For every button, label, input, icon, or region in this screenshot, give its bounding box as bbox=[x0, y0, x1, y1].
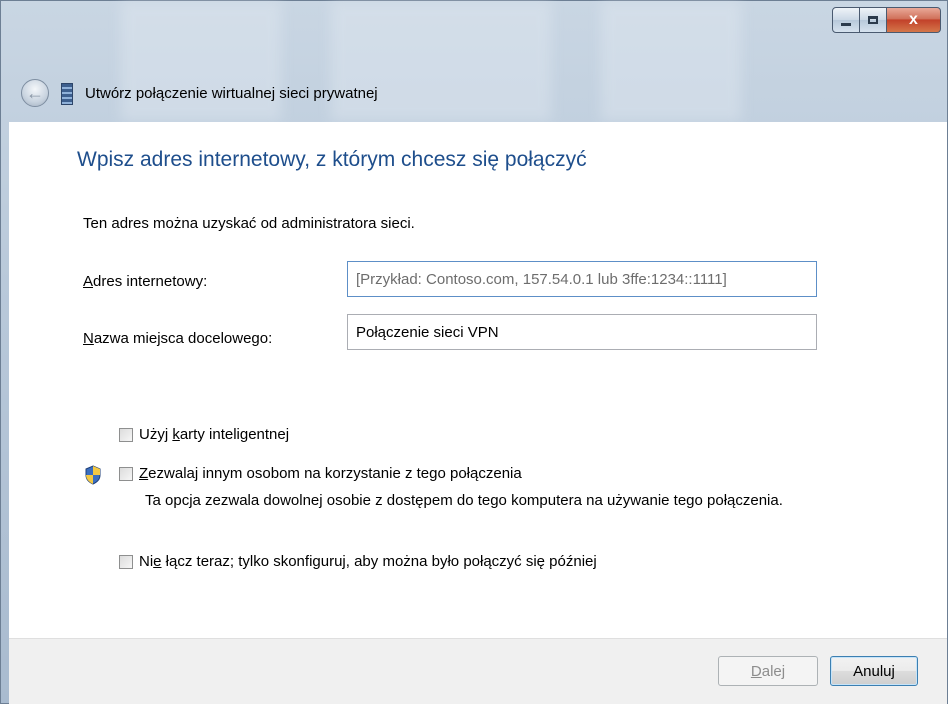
maximize-icon bbox=[868, 16, 878, 24]
destination-name-label-text: azwa miejsca docelowego: bbox=[93, 330, 273, 347]
dont-connect-label-pre: Ni bbox=[139, 553, 154, 570]
allow-others-label-text: ezwalaj innym osobom na korzystanie z te… bbox=[148, 465, 522, 482]
destination-name-input[interactable] bbox=[347, 314, 817, 350]
wizard-footer: Dalej Anuluj bbox=[9, 638, 947, 704]
allow-others-checkbox[interactable] bbox=[119, 467, 133, 481]
allow-others-accesskey: Z bbox=[139, 465, 149, 482]
intro-text: Ten adres można uzyskać od administrator… bbox=[83, 215, 415, 232]
smartcard-checkbox[interactable] bbox=[119, 428, 133, 442]
smartcard-accesskey: k bbox=[172, 426, 180, 443]
allow-others-option[interactable]: Zezwalaj innym osobom na korzystanie z t… bbox=[119, 465, 522, 482]
back-arrow-icon: ← bbox=[26, 83, 44, 103]
minimize-button[interactable] bbox=[832, 7, 860, 33]
caption-buttons: x bbox=[832, 7, 941, 33]
glass-decoration bbox=[121, 1, 281, 121]
destination-name-label: Nazwa miejsca docelowego: bbox=[83, 330, 272, 347]
minimize-icon bbox=[841, 22, 851, 26]
destination-name-accesskey: N bbox=[83, 330, 94, 347]
uac-shield-icon bbox=[85, 465, 101, 485]
allow-others-description: Ta opcja zezwala dowolnej osobie z dostę… bbox=[145, 492, 783, 509]
address-label-text: dres internetowy: bbox=[93, 273, 208, 290]
address-input[interactable] bbox=[347, 261, 817, 297]
next-label: alej bbox=[761, 662, 786, 680]
maximize-button[interactable] bbox=[860, 7, 887, 33]
close-icon: x bbox=[909, 11, 918, 28]
smartcard-label: Użyj karty inteligentnej bbox=[139, 426, 289, 443]
page-heading: Wpisz adres internetowy, z którym chcesz… bbox=[77, 148, 587, 171]
wizard-title: Utwórz połączenie wirtualnej sieci prywa… bbox=[85, 85, 378, 102]
smartcard-option[interactable]: Użyj karty inteligentnej bbox=[119, 426, 289, 443]
next-accesskey: D bbox=[750, 662, 762, 680]
network-connection-icon bbox=[61, 83, 73, 105]
dont-connect-checkbox[interactable] bbox=[119, 555, 133, 569]
dont-connect-accesskey: e bbox=[153, 553, 162, 570]
wizard-content: Wpisz adres internetowy, z którym chcesz… bbox=[9, 122, 947, 638]
title-bar[interactable]: x ← Utwórz połączenie wirtualnej sieci p… bbox=[1, 1, 947, 121]
dont-connect-label-post: łącz teraz; tylko skonfiguruj, aby można… bbox=[161, 553, 597, 570]
dont-connect-option[interactable]: Nie łącz teraz; tylko skonfiguruj, aby m… bbox=[119, 553, 597, 570]
next-button[interactable]: Dalej bbox=[718, 656, 818, 686]
close-button[interactable]: x bbox=[887, 7, 941, 33]
smartcard-label-post: arty inteligentnej bbox=[179, 426, 290, 443]
cancel-button[interactable]: Anuluj bbox=[830, 656, 918, 686]
back-button[interactable]: ← bbox=[21, 79, 49, 107]
vpn-wizard-window: x ← Utwórz połączenie wirtualnej sieci p… bbox=[0, 0, 948, 704]
glass-decoration bbox=[331, 1, 551, 121]
glass-decoration bbox=[601, 1, 741, 121]
allow-others-label: Zezwalaj innym osobom na korzystanie z t… bbox=[139, 465, 522, 482]
address-label-accesskey: A bbox=[83, 273, 94, 290]
smartcard-label-pre: Użyj bbox=[139, 426, 173, 443]
dont-connect-label: Nie łącz teraz; tylko skonfiguruj, aby m… bbox=[139, 553, 597, 570]
address-label: Adres internetowy: bbox=[83, 273, 207, 290]
